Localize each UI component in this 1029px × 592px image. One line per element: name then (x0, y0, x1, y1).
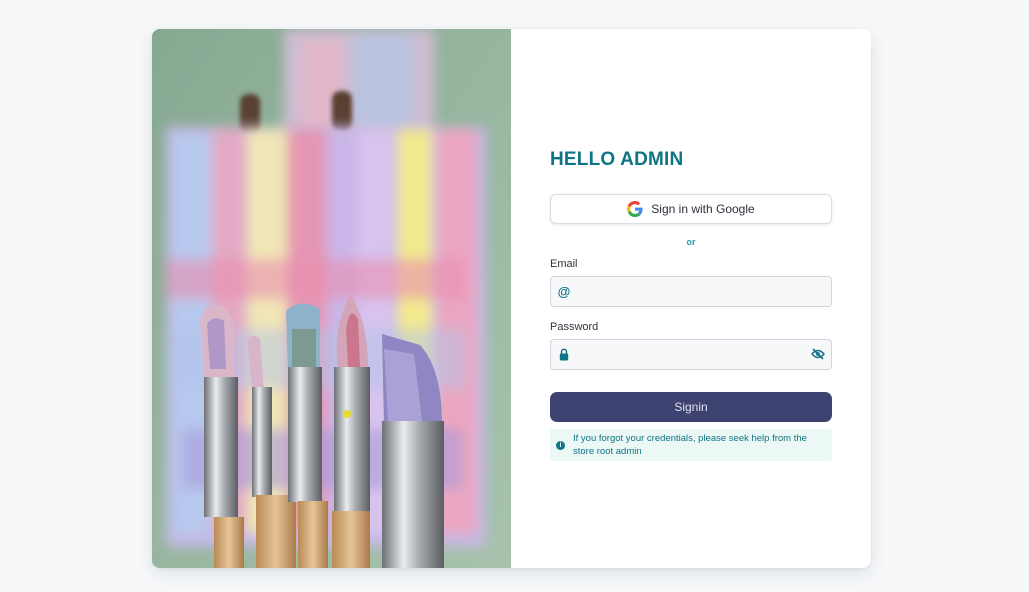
login-form: HELLO ADMIN Sign in with Google or Email… (550, 29, 832, 568)
password-field[interactable] (575, 340, 803, 369)
email-label: Email (550, 258, 578, 270)
eye-off-icon[interactable] (810, 346, 826, 362)
signin-button[interactable]: Signin (550, 392, 832, 422)
or-divider: or (686, 237, 696, 247)
help-notice: i If you forgot your credentials, please… (550, 429, 832, 461)
google-signin-button[interactable]: Sign in with Google (550, 194, 832, 224)
google-signin-label: Sign in with Google (651, 202, 755, 216)
password-label: Password (550, 321, 599, 333)
email-field-container: @ (550, 276, 832, 307)
page-title: HELLO ADMIN (550, 149, 684, 170)
password-field-container (550, 339, 832, 370)
lock-icon (557, 346, 571, 362)
info-icon: i (556, 441, 565, 450)
email-field[interactable] (575, 277, 803, 306)
at-icon: @ (557, 283, 571, 299)
google-icon (627, 201, 643, 217)
hero-image (152, 29, 511, 568)
help-text: If you forgot your credentials, please s… (573, 433, 807, 457)
login-card: HELLO ADMIN Sign in with Google or Email… (152, 29, 871, 568)
